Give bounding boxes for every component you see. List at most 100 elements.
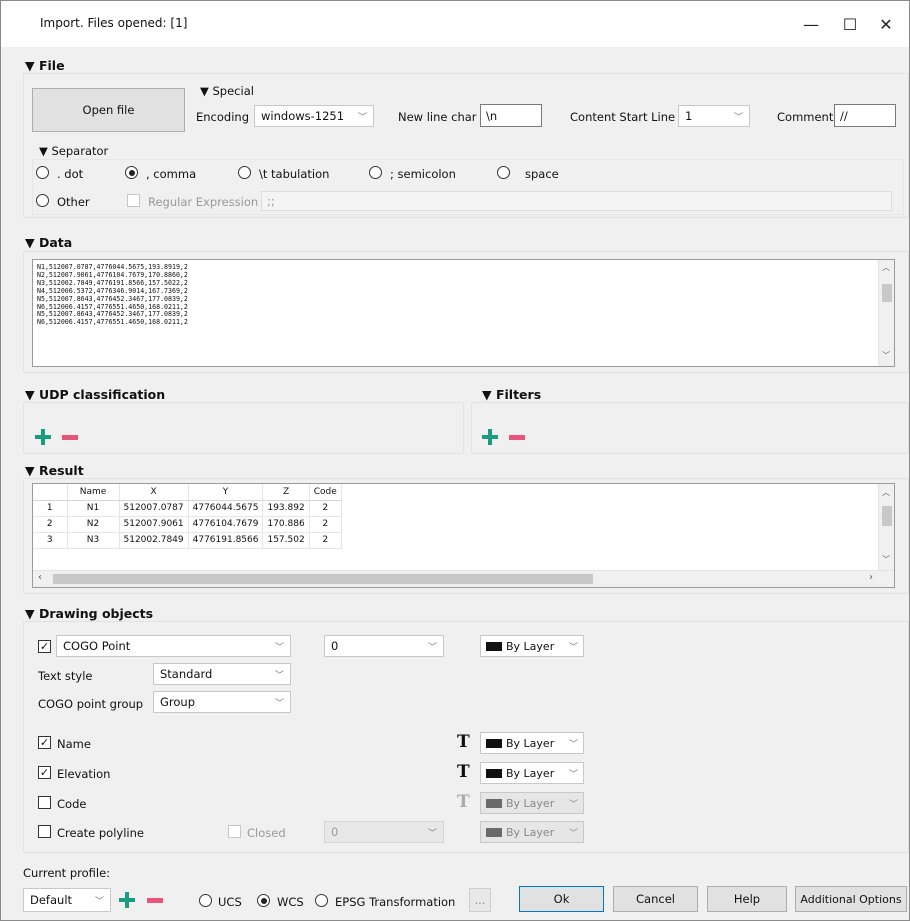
data-textarea[interactable]: N1,512007.0787,4776044.5675,193.8919,2 N… xyxy=(32,259,895,367)
cell[interactable]: 2 xyxy=(309,500,342,517)
file-section-header[interactable]: ▼ File xyxy=(25,58,65,73)
scroll-left-icon[interactable]: ‹ xyxy=(38,572,42,583)
scroll-down-icon[interactable]: ﹀ xyxy=(882,350,890,361)
cell[interactable]: N1 xyxy=(67,500,120,517)
cell[interactable]: 512007.9061 xyxy=(119,516,189,533)
elevation-color-select[interactable]: By Layer ﹀ xyxy=(480,762,584,784)
col-header-x[interactable]: X xyxy=(119,484,189,501)
ok-button[interactable]: Ok xyxy=(519,886,604,912)
text-style-icon[interactable]: T xyxy=(457,762,470,782)
table-row[interactable]: 1 N1 512007.0787 4776044.5675 193.892 2 xyxy=(33,500,342,517)
layer-select[interactable]: 0 ﹀ xyxy=(324,635,444,657)
cell[interactable]: 512002.7849 xyxy=(119,532,189,549)
remove-udp-icon[interactable] xyxy=(62,429,78,445)
drawing-section-header[interactable]: ▼ Drawing objects xyxy=(25,606,153,621)
add-profile-icon[interactable] xyxy=(119,892,135,908)
polyline-layer-select[interactable]: 0 ﹀ xyxy=(324,821,444,843)
separator-header[interactable]: ▼ Separator xyxy=(39,144,108,158)
cogo-point-checkbox[interactable]: ✓ xyxy=(38,640,51,653)
newline-input[interactable]: \n xyxy=(480,104,542,127)
cancel-button[interactable]: Cancel xyxy=(613,886,698,912)
elevation-checkbox[interactable]: ✓ xyxy=(38,766,51,779)
scroll-up-icon[interactable]: ︿ xyxy=(882,487,890,498)
remove-filter-icon[interactable] xyxy=(509,429,525,445)
special-header[interactable]: ▼ Special xyxy=(200,84,254,98)
data-section-header[interactable]: ▼ Data xyxy=(25,235,72,250)
encoding-select[interactable]: windows-1251 ﹀ xyxy=(254,105,374,127)
col-header-y[interactable]: Y xyxy=(188,484,264,501)
code-checkbox[interactable] xyxy=(38,796,51,809)
text-style-icon[interactable]: T xyxy=(457,792,470,812)
help-button[interactable]: Help xyxy=(707,886,787,912)
cell[interactable]: 4776104.7679 xyxy=(188,516,264,533)
code-color-select[interactable]: By Layer ﹀ xyxy=(480,792,584,814)
result-section-header[interactable]: ▼ Result xyxy=(25,463,84,478)
maximize-icon[interactable]: ☐ xyxy=(833,11,867,37)
text-style-select[interactable]: Standard ﹀ xyxy=(153,663,291,685)
result-vscrollbar[interactable]: ︿ ﹀ xyxy=(878,484,894,570)
scroll-down-icon[interactable]: ﹀ xyxy=(882,554,890,565)
content-start-select[interactable]: 1 ﹀ xyxy=(678,105,750,127)
chevron-down-icon: ﹀ xyxy=(274,670,284,681)
cell[interactable]: 157.502 xyxy=(262,532,310,549)
text-style-icon[interactable]: T xyxy=(457,732,470,752)
col-header-index[interactable] xyxy=(33,484,68,501)
result-vscroll-thumb[interactable] xyxy=(882,506,892,526)
data-scrollbar[interactable]: ︿ ﹀ xyxy=(878,260,894,366)
radio-other[interactable] xyxy=(36,194,49,207)
col-header-code[interactable]: Code xyxy=(309,484,342,501)
table-row[interactable]: 2 N2 512007.9061 4776104.7679 170.886 2 xyxy=(33,516,342,533)
radio-epsg[interactable] xyxy=(315,894,328,907)
cell[interactable]: 193.892 xyxy=(262,500,310,517)
closed-checkbox[interactable] xyxy=(228,825,241,838)
regex-checkbox[interactable] xyxy=(127,194,140,207)
name-label: Name xyxy=(57,737,91,751)
ucs-label: UCS xyxy=(218,895,242,909)
minimize-icon[interactable]: — xyxy=(794,11,828,37)
polyline-color-select[interactable]: By Layer ﹀ xyxy=(480,821,584,843)
cogo-color-select[interactable]: By Layer ﹀ xyxy=(480,635,584,657)
remove-profile-icon[interactable] xyxy=(147,892,163,908)
table-row[interactable]: 3 N3 512002.7849 4776191.8566 157.502 2 xyxy=(33,532,342,549)
profile-select[interactable]: Default ﹀ xyxy=(23,888,111,912)
chevron-down-icon: ﹀ xyxy=(274,642,284,653)
col-header-name[interactable]: Name xyxy=(67,484,120,501)
name-checkbox[interactable]: ✓ xyxy=(38,736,51,749)
cogo-point-select[interactable]: COGO Point ﹀ xyxy=(56,635,291,657)
result-hscrollbar[interactable]: ‹ › xyxy=(33,570,894,587)
cell[interactable]: 4776191.8566 xyxy=(188,532,264,549)
add-udp-icon[interactable] xyxy=(35,429,51,445)
polyline-checkbox[interactable] xyxy=(38,825,51,838)
filters-section-header[interactable]: ▼ Filters xyxy=(482,387,541,402)
epsg-settings-button[interactable]: ... xyxy=(469,888,491,912)
name-color-select[interactable]: By Layer ﹀ xyxy=(480,732,584,754)
cell[interactable]: 2 xyxy=(309,516,342,533)
radio-tabulation[interactable] xyxy=(238,166,251,179)
comment-input[interactable]: // xyxy=(834,104,896,127)
radio-space[interactable] xyxy=(497,166,510,179)
data-scroll-thumb[interactable] xyxy=(882,284,892,302)
col-header-z[interactable]: Z xyxy=(262,484,310,501)
close-icon[interactable]: ✕ xyxy=(869,11,903,37)
cell[interactable]: 4776044.5675 xyxy=(188,500,264,517)
radio-wcs[interactable] xyxy=(257,894,270,907)
add-filter-icon[interactable] xyxy=(482,429,498,445)
open-file-button[interactable]: Open file xyxy=(32,88,185,132)
cell[interactable]: N3 xyxy=(67,532,120,549)
cell[interactable]: 2 xyxy=(309,532,342,549)
result-hscroll-thumb[interactable] xyxy=(53,574,593,584)
additional-options-button[interactable]: Additional Options xyxy=(795,886,907,912)
cogo-group-select[interactable]: Group ﹀ xyxy=(153,691,291,713)
radio-comma[interactable] xyxy=(125,166,138,179)
udp-section-header[interactable]: ▼ UDP classification xyxy=(25,387,165,402)
regex-input[interactable]: ;; xyxy=(261,191,892,211)
radio-ucs[interactable] xyxy=(199,894,212,907)
radio-dot[interactable] xyxy=(36,166,49,179)
scroll-up-icon[interactable]: ︿ xyxy=(882,262,890,273)
cell[interactable]: 170.886 xyxy=(262,516,310,533)
radio-semicolon[interactable] xyxy=(369,166,382,179)
cell[interactable]: N2 xyxy=(67,516,120,533)
cell[interactable]: 512007.0787 xyxy=(119,500,189,517)
scroll-right-icon[interactable]: › xyxy=(869,572,873,583)
table-header-row: Name X Y Z Code xyxy=(33,484,342,501)
